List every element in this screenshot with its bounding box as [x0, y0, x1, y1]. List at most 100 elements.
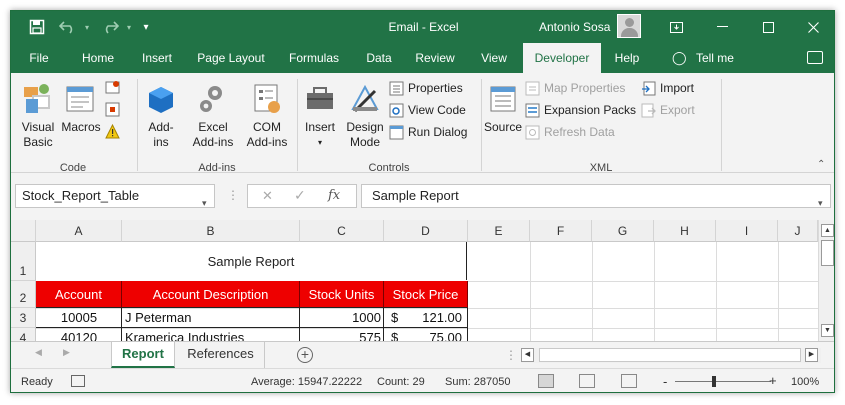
expansion-packs-button[interactable]: Expansion Packs: [525, 100, 636, 120]
cancel-icon[interactable]: ✕: [262, 188, 273, 204]
export-button[interactable]: Export: [641, 100, 695, 120]
redo-dropdown-icon[interactable]: ▾: [123, 17, 135, 37]
run-dialog-button[interactable]: Run Dialog: [389, 122, 467, 142]
import-button[interactable]: Import: [641, 78, 694, 98]
header-cell-price[interactable]: Stock Price: [384, 281, 468, 308]
tab-data[interactable]: Data: [361, 43, 397, 73]
formula-input[interactable]: Sample Report ▾: [361, 184, 831, 208]
name-box-dropdown-icon[interactable]: ▾: [202, 192, 207, 214]
column-header[interactable]: A: [36, 220, 122, 242]
comments-icon[interactable]: [807, 51, 823, 64]
tell-me-box[interactable]: ◯ Tell me: [663, 43, 743, 73]
customize-icon[interactable]: ▾: [139, 17, 153, 37]
expand-formula-bar-icon[interactable]: ▾: [818, 192, 823, 214]
page-layout-view-icon[interactable]: [579, 374, 595, 388]
undo-dropdown-icon[interactable]: ▾: [81, 17, 93, 37]
table-cell-account[interactable]: 10005: [36, 308, 122, 328]
column-header[interactable]: B: [122, 220, 300, 242]
sheet-tab-references[interactable]: References: [177, 342, 265, 368]
tab-home[interactable]: Home: [75, 43, 121, 73]
tab-formulas[interactable]: Formulas: [283, 43, 345, 73]
column-header[interactable]: G: [592, 220, 654, 242]
source-button[interactable]: Source: [483, 81, 523, 135]
report-title-cell[interactable]: Sample Report: [36, 242, 467, 280]
horizontal-scroll-thumb[interactable]: [539, 348, 801, 362]
prev-sheet-icon[interactable]: ◀: [35, 347, 42, 358]
row-header[interactable]: 4: [11, 328, 36, 341]
tab-developer[interactable]: Developer: [523, 43, 601, 73]
column-header[interactable]: H: [654, 220, 716, 242]
worksheet-grid[interactable]: A B C D E F G H I J 1 2 3 4 Sample Repor…: [11, 220, 818, 341]
column-header[interactable]: E: [468, 220, 530, 242]
save-icon[interactable]: [27, 17, 47, 37]
add-sheet-icon[interactable]: +: [297, 347, 313, 363]
column-header[interactable]: C: [300, 220, 384, 242]
undo-icon[interactable]: [57, 17, 79, 37]
table-cell-description[interactable]: J Peterman: [125, 308, 299, 328]
user-name[interactable]: Antonio Sosa: [539, 20, 610, 34]
map-properties-button[interactable]: Map Properties: [525, 78, 625, 98]
column-header[interactable]: F: [530, 220, 592, 242]
minimize-icon[interactable]: [699, 11, 745, 43]
tab-review[interactable]: Review: [409, 43, 461, 73]
view-code-button[interactable]: View Code: [389, 100, 466, 120]
collapse-ribbon-icon[interactable]: ⌃: [817, 159, 825, 170]
ribbon-display-icon[interactable]: [653, 11, 699, 43]
addins-button[interactable]: Add- ins: [141, 81, 181, 150]
restore-icon[interactable]: [745, 11, 791, 43]
normal-view-icon[interactable]: [538, 374, 554, 388]
zoom-slider-thumb[interactable]: [712, 376, 716, 387]
scroll-up-icon[interactable]: ▲: [821, 224, 834, 237]
close-icon[interactable]: [790, 11, 834, 43]
next-sheet-icon[interactable]: ▶: [63, 347, 70, 358]
scroll-right-icon[interactable]: ▶: [805, 348, 818, 362]
tab-help[interactable]: Help: [607, 43, 647, 73]
macro-recording-icon[interactable]: [71, 375, 85, 387]
table-cell-price[interactable]: 75.00: [406, 328, 462, 341]
table-cell-units[interactable]: 1000: [300, 308, 381, 328]
row-header[interactable]: 2: [11, 281, 36, 308]
excel-addins-button[interactable]: Excel Add-ins: [187, 81, 239, 150]
tab-splitter-icon[interactable]: ⋮: [505, 348, 517, 362]
properties-button[interactable]: Properties: [389, 78, 463, 98]
design-mode-button[interactable]: Design Mode: [343, 81, 387, 150]
zoom-in-icon[interactable]: +: [769, 373, 777, 388]
relative-refs-icon[interactable]: [105, 99, 124, 119]
table-cell-description[interactable]: Kramerica Industries: [125, 328, 299, 341]
vertical-scrollbar[interactable]: ▲ ▼: [818, 220, 834, 341]
record-macro-icon[interactable]: [105, 77, 124, 97]
scroll-thumb[interactable]: [821, 240, 834, 266]
refresh-data-button[interactable]: Refresh Data: [525, 122, 615, 142]
table-cell-units[interactable]: 575: [300, 328, 381, 341]
zoom-out-icon[interactable]: -: [663, 374, 667, 389]
column-header[interactable]: D: [384, 220, 468, 242]
header-cell-units[interactable]: Stock Units: [300, 281, 384, 308]
avatar[interactable]: [617, 14, 641, 38]
column-header[interactable]: J: [778, 220, 818, 242]
scroll-down-icon[interactable]: ▼: [821, 324, 834, 337]
tab-page-layout[interactable]: Page Layout: [191, 43, 271, 73]
horizontal-scrollbar[interactable]: ◀ ▶: [521, 348, 821, 363]
redo-icon[interactable]: [99, 17, 121, 37]
enter-icon[interactable]: ✓: [294, 187, 306, 204]
macro-security-icon[interactable]: [105, 121, 124, 141]
insert-function-icon[interactable]: fx: [328, 188, 340, 203]
tab-file[interactable]: File: [21, 43, 57, 73]
name-box[interactable]: Stock_Report_Table ▾: [15, 184, 215, 208]
zoom-slider[interactable]: [675, 381, 771, 382]
table-cell-price[interactable]: 121.00: [406, 308, 462, 328]
header-cell-account[interactable]: Account: [36, 281, 122, 308]
table-cell-account[interactable]: 40120: [36, 328, 122, 341]
column-header[interactable]: I: [716, 220, 778, 242]
row-header[interactable]: 1: [11, 242, 36, 281]
scroll-left-icon[interactable]: ◀: [521, 348, 534, 362]
tab-insert[interactable]: Insert: [135, 43, 179, 73]
insert-control-button[interactable]: Insert ▾: [299, 81, 341, 150]
macros-button[interactable]: Macros: [61, 81, 101, 135]
page-break-view-icon[interactable]: [621, 374, 637, 388]
visual-basic-button[interactable]: Visual Basic: [17, 81, 59, 150]
row-header[interactable]: 3: [11, 308, 36, 328]
sheet-tab-report[interactable]: Report: [111, 342, 175, 368]
com-addins-button[interactable]: COM Add-ins: [241, 81, 293, 150]
header-cell-description[interactable]: Account Description: [122, 281, 300, 308]
